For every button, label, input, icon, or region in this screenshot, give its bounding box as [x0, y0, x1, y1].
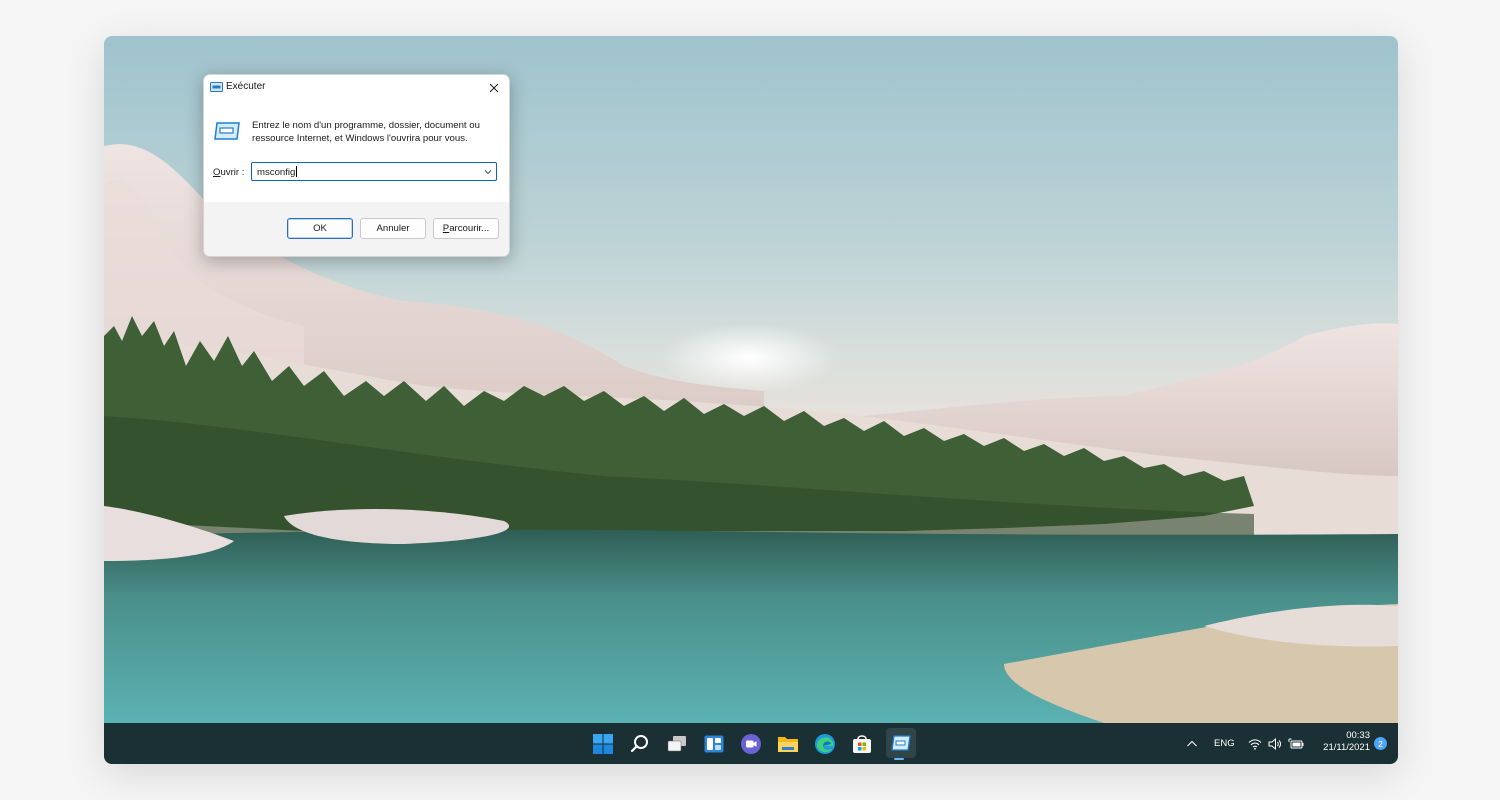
volume-button[interactable]: [1268, 723, 1282, 764]
language-indicator[interactable]: ENG: [1214, 723, 1235, 764]
file-explorer-icon: [778, 737, 798, 752]
browse-button[interactable]: Parcourir...: [433, 218, 499, 239]
run-app-icon: [891, 735, 911, 751]
clock-time: 00:33: [1346, 730, 1370, 741]
file-explorer-button[interactable]: [775, 731, 801, 757]
run-dialog: Exécuter Entrez le nom d'un programme, d…: [203, 74, 510, 257]
volume-icon: [1268, 737, 1281, 750]
battery-button[interactable]: [1288, 723, 1304, 764]
run-app-icon: [210, 82, 223, 92]
wifi-icon: [1248, 738, 1262, 750]
clock-date: 21/11/2021: [1323, 742, 1370, 753]
open-label-text: uvrir :: [220, 167, 245, 178]
edge-button[interactable]: [812, 731, 838, 757]
cancel-button[interactable]: Annuler: [360, 218, 426, 239]
run-program-icon: [214, 122, 240, 140]
search-button[interactable]: [627, 731, 653, 757]
clock-button[interactable]: 00:33 21/11/2021: [1323, 730, 1370, 754]
dialog-title: Exécuter: [226, 81, 266, 92]
microsoft-store-icon: [853, 735, 871, 753]
widgets-button[interactable]: [701, 731, 727, 757]
open-field-label: Ouvrir :: [213, 167, 244, 178]
dialog-description: Entrez le nom d'un programme, dossier, d…: [252, 120, 480, 144]
browse-label-text: arcourir...: [449, 223, 490, 234]
windows-start-icon: [593, 734, 613, 754]
open-input-text: msconfig: [257, 167, 296, 178]
taskbar: ENG 00:33 21/11/2021 2: [104, 723, 1398, 764]
notification-badge[interactable]: 2: [1374, 737, 1387, 750]
start-button[interactable]: [590, 731, 616, 757]
dialog-titlebar[interactable]: Exécuter: [204, 75, 509, 101]
task-view-button[interactable]: [664, 731, 690, 757]
chevron-down-icon[interactable]: [483, 167, 493, 177]
close-icon: [489, 83, 499, 93]
search-icon: [630, 735, 648, 753]
battery-charging-icon: [1288, 738, 1304, 748]
desktop-screen: Exécuter Entrez le nom d'un programme, d…: [104, 36, 1398, 764]
teams-chat-icon: [741, 734, 761, 754]
open-input-value[interactable]: msconfig: [257, 166, 298, 178]
run-taskbar-button[interactable]: [886, 728, 916, 760]
edge-browser-icon: [815, 734, 835, 754]
active-indicator: [894, 758, 904, 760]
widgets-icon: [704, 735, 724, 753]
network-button[interactable]: [1248, 723, 1262, 764]
close-button[interactable]: [479, 75, 509, 101]
store-button[interactable]: [849, 731, 875, 757]
show-hidden-icons-button[interactable]: [1186, 723, 1198, 764]
open-combobox[interactable]: msconfig: [251, 162, 497, 181]
chevron-up-icon: [1187, 740, 1197, 746]
chat-button[interactable]: [738, 731, 764, 757]
ok-button[interactable]: OK: [287, 218, 353, 239]
task-view-icon: [667, 736, 686, 752]
text-caret: [296, 166, 298, 177]
